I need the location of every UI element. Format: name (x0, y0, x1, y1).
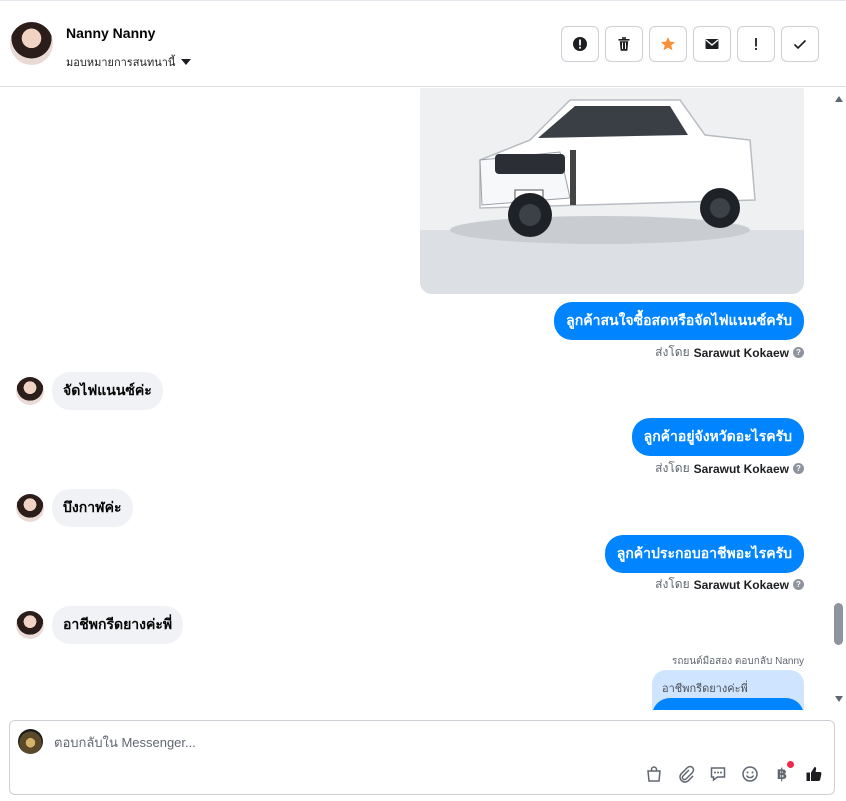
incoming-message[interactable]: จัดไฟแนนซ์ค่ะ (52, 372, 163, 410)
pickup-truck-image (420, 88, 804, 294)
sender-name[interactable]: Sarawut Kokaew (694, 578, 789, 592)
paperclip-icon (679, 765, 695, 783)
reply-input[interactable] (54, 735, 754, 750)
sent-by-prefix: ส่งโดย (655, 345, 690, 359)
shop-button[interactable] (644, 764, 664, 784)
contact-avatar-small[interactable] (16, 377, 44, 405)
scrollbar-thumb[interactable] (834, 603, 843, 645)
follow-up-button[interactable] (737, 26, 775, 62)
contact-avatar[interactable] (10, 22, 53, 65)
sender-name[interactable]: Sarawut Kokaew (694, 346, 789, 360)
thumbs-up-icon (806, 767, 822, 781)
payment-button[interactable]: ฿ (772, 761, 794, 784)
outgoing-message[interactable]: ลูกค้าอยู่จังหวัดอะไรครับ (631, 418, 804, 456)
reply-composer: ฿ (9, 720, 835, 795)
outgoing-message[interactable]: ลูกค้าประกอบอาชีพอะไรครับ (604, 535, 804, 573)
incoming-message-row: บึงกาฬค่ะ (16, 489, 133, 527)
conversation-actions (561, 26, 819, 62)
sent-by-label: ส่งโดย Sarawut Kokaew ? (655, 575, 804, 594)
help-icon[interactable]: ? (793, 463, 804, 474)
bag-icon (647, 766, 661, 782)
outgoing-message[interactable]: ลูกค้าสนใจซื้อสดหรือจัดไฟแนนซ์ครับ (554, 302, 804, 340)
emoji-icon (742, 766, 758, 782)
mark-spam-button[interactable] (561, 26, 599, 62)
incoming-message[interactable]: อาชีพกรีดยางค่ะพี่ (52, 606, 184, 644)
sent-by-label: ส่งโดย Sarawut Kokaew ? (655, 459, 804, 478)
thread-scrollbar[interactable] (832, 88, 846, 710)
scroll-up-arrow-icon[interactable] (835, 96, 843, 102)
page-avatar (18, 729, 43, 754)
help-icon[interactable]: ? (793, 579, 804, 590)
delete-button[interactable] (605, 26, 643, 62)
sent-by-prefix: ส่งโดย (655, 577, 690, 591)
sent-by-label: ส่งโดย Sarawut Kokaew ? (655, 343, 804, 362)
assign-label: มอบหมายการสนทนานี้ (66, 57, 176, 69)
saved-reply-icon (710, 767, 726, 782)
send-like-button[interactable] (804, 764, 824, 784)
caret-down-icon (181, 59, 192, 65)
trash-icon (618, 37, 630, 51)
message-thread: ลูกค้าสนใจซื้อสดหรือจัดไฟแนนซ์ครับ ส่งโด… (0, 88, 846, 710)
envelope-icon (705, 39, 719, 49)
conversation-header: Nanny Nanny มอบหมายการสนทนานี้ (0, 0, 846, 87)
baht-icon: ฿ (776, 766, 788, 783)
scroll-down-arrow-icon[interactable] (835, 696, 843, 702)
notification-dot (787, 761, 794, 768)
contact-name[interactable]: Nanny Nanny (66, 25, 155, 41)
check-icon (793, 39, 807, 50)
outgoing-reply-bubble[interactable] (652, 698, 804, 710)
contact-avatar-small[interactable] (16, 611, 44, 639)
help-icon[interactable]: ? (793, 347, 804, 358)
emoji-button[interactable] (740, 764, 760, 784)
incoming-message[interactable]: บึงกาฬค่ะ (52, 489, 133, 527)
assign-conversation-dropdown[interactable]: มอบหมายการสนทนานี้ (66, 53, 192, 71)
alert-circle-icon (573, 37, 587, 51)
star-icon (660, 37, 676, 51)
incoming-message-row: จัดไฟแนนซ์ค่ะ (16, 372, 163, 410)
mark-done-button[interactable] (781, 26, 819, 62)
exclamation-icon (755, 38, 757, 50)
mark-unread-button[interactable] (693, 26, 731, 62)
sent-by-prefix: ส่งโดย (655, 461, 690, 475)
incoming-message-row: อาชีพกรีดยางค่ะพี่ (16, 606, 184, 644)
sender-name[interactable]: Sarawut Kokaew (694, 462, 789, 476)
star-button[interactable] (649, 26, 687, 62)
contact-avatar-small[interactable] (16, 494, 44, 522)
car-photo-attachment[interactable] (420, 88, 804, 294)
saved-reply-button[interactable] (708, 764, 728, 784)
reply-context-label: รถยนต์มือสอง ตอบกลับ Nanny (671, 656, 804, 667)
composer-tools: ฿ (644, 761, 824, 784)
attach-button[interactable] (676, 764, 696, 784)
